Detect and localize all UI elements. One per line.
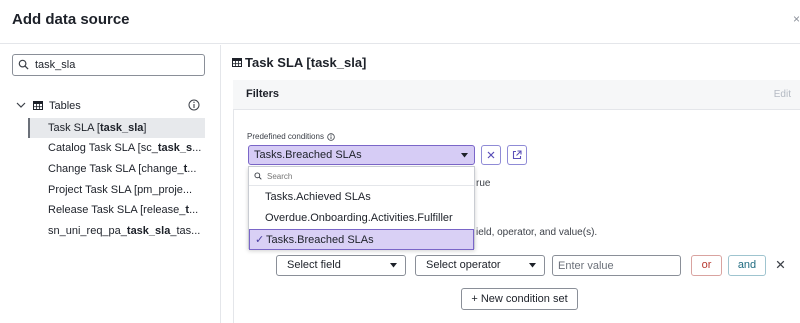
table-icon (33, 101, 43, 110)
tree-item-release-task-sla[interactable]: Release Task SLA [release_t... (28, 200, 205, 220)
tree-item-change-task-sla[interactable]: Change Task SLA [change_t... (28, 159, 205, 179)
condition-value-input[interactable] (552, 255, 681, 276)
caret-down-icon (390, 263, 397, 268)
external-link-icon (512, 150, 522, 160)
edit-link[interactable]: Edit (774, 89, 791, 100)
tree-item-project-task-sla[interactable]: Project Task SLA [pm_proje... (28, 180, 205, 200)
new-condition-set-button[interactable]: + New condition set (461, 288, 578, 310)
chevron-down-icon[interactable] (16, 100, 26, 110)
search-icon (18, 59, 29, 70)
search-icon (254, 172, 262, 180)
info-icon[interactable] (188, 99, 200, 111)
filters-header: Filters Edit (233, 80, 800, 110)
check-icon: ✓ (255, 234, 265, 246)
caret-down-icon (529, 263, 536, 268)
tree-item-sn-uni-req-pa-task-sla[interactable]: sn_uni_req_pa_task_sla_tas... (28, 221, 205, 241)
and-button[interactable]: and (728, 255, 766, 276)
dropdown-option[interactable]: Overdue.Onboarding.Activities.Fulfiller (249, 208, 474, 229)
dialog-header: Add data source × (0, 0, 800, 44)
dialog-title: Add data source (12, 11, 130, 28)
table-browser-panel: Tables Task SLA [task_sla] Catalog Task … (0, 45, 221, 323)
select-operator-dropdown[interactable]: Select operator (415, 255, 545, 276)
caret-down-icon (461, 153, 468, 158)
table-search-box[interactable] (12, 54, 205, 76)
predefined-conditions-label: Predefined conditions (247, 132, 335, 141)
selected-table-title: Task SLA [task_sla] (245, 55, 367, 70)
select-field-dropdown[interactable]: Select field (276, 255, 406, 276)
open-external-button[interactable] (507, 145, 527, 165)
table-search-input[interactable] (35, 57, 200, 73)
tree-item-task-sla[interactable]: Task SLA [task_sla] (28, 118, 205, 138)
tables-group-header[interactable]: Tables (16, 99, 206, 115)
clear-condition-button[interactable] (481, 145, 501, 165)
add-data-source-dialog: Add data source × Tables (0, 0, 800, 323)
partially-hidden-hint: ield, operator, and value(s). (476, 227, 598, 238)
predefined-conditions-dropdown: Tasks.Achieved SLAs Overdue.Onboarding.A… (248, 166, 475, 250)
dropdown-search[interactable] (249, 167, 474, 186)
remove-condition-icon[interactable] (775, 259, 786, 270)
close-icon (487, 151, 495, 159)
dropdown-option[interactable]: Tasks.Achieved SLAs (249, 187, 474, 208)
info-icon[interactable] (327, 133, 335, 141)
predefined-conditions-select[interactable]: Tasks.Breached SLAs (248, 145, 475, 165)
dropdown-search-input[interactable] (267, 170, 467, 183)
tree-item-catalog-task-sla[interactable]: Catalog Task SLA [sc_task_s... (28, 138, 205, 158)
tables-group-label: Tables (49, 100, 81, 112)
dropdown-option-selected[interactable]: ✓ Tasks.Breached SLAs (249, 229, 474, 250)
or-button[interactable]: or (691, 255, 722, 276)
close-icon[interactable]: × (793, 12, 800, 26)
filters-label: Filters (246, 88, 280, 100)
partially-hidden-text: rue (476, 178, 491, 189)
